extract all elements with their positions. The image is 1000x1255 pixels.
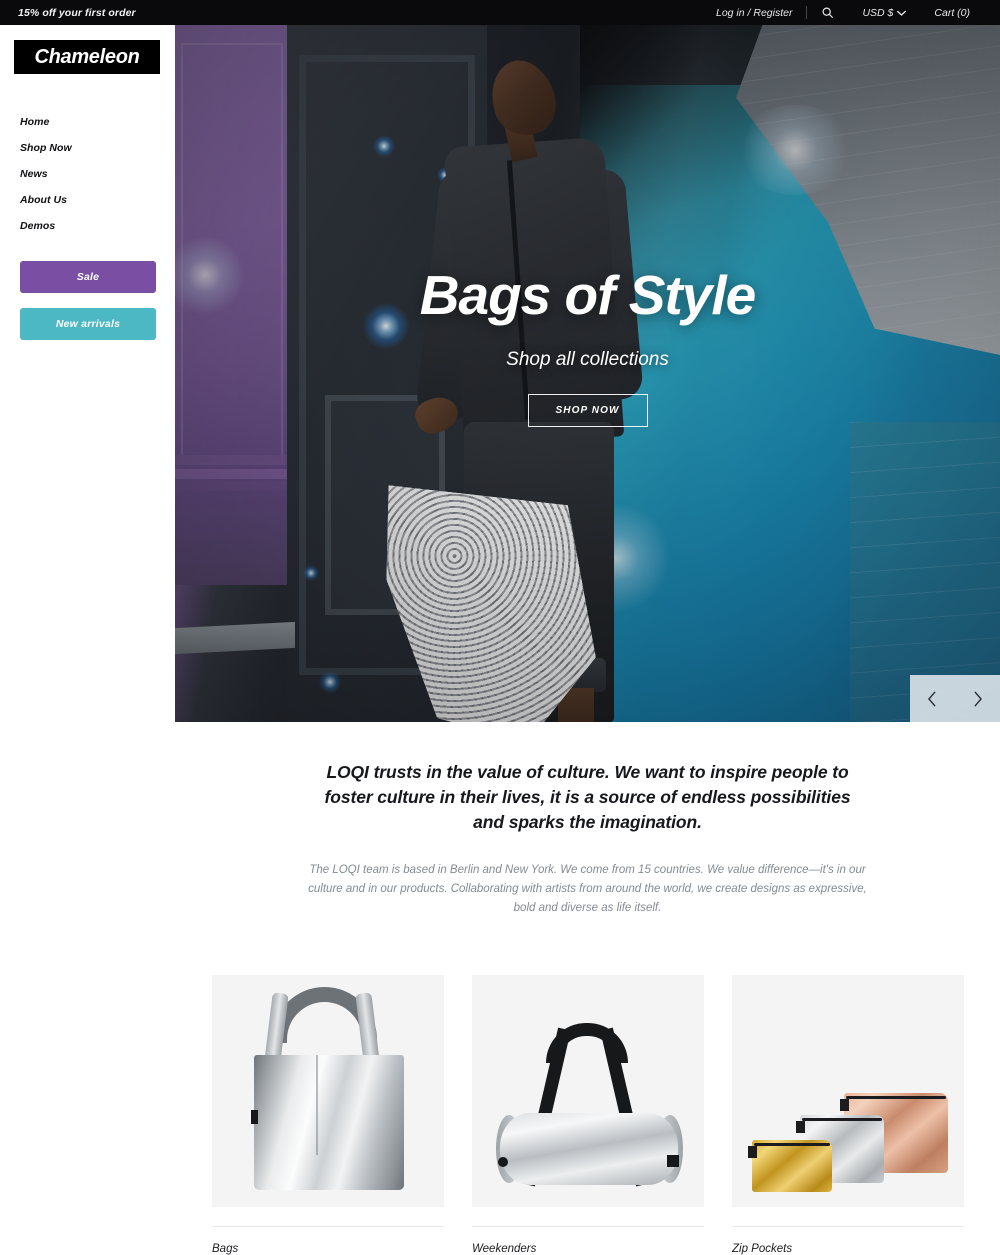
login-register-link[interactable]: Log in / Register	[702, 7, 806, 19]
search-icon[interactable]	[807, 6, 848, 19]
card-meta: Bags	[212, 1226, 444, 1255]
cart-link[interactable]: Cart (0)	[920, 7, 984, 19]
collection-title[interactable]: Zip Pockets	[732, 1243, 964, 1255]
collection-card-weekenders[interactable]: Weekenders	[472, 975, 704, 1255]
collection-card-bags[interactable]: Bags	[212, 975, 444, 1255]
chevron-down-icon	[897, 7, 907, 19]
intro-heading: LOQI trusts in the value of culture. We …	[324, 762, 851, 832]
sidebar-item-home[interactable]: Home	[20, 109, 170, 135]
shop-now-button[interactable]: SHOP NOW	[527, 394, 648, 427]
carousel-controls	[910, 675, 1000, 722]
collection-grid: Bags Weekenders Zip Pockets	[212, 975, 964, 1255]
collection-title[interactable]: Bags	[212, 1243, 444, 1255]
sidebar-promo-buttons: Sale New arrivals	[20, 261, 156, 355]
card-meta: Zip Pockets	[732, 1226, 964, 1255]
card-meta: Weekenders	[472, 1226, 704, 1255]
main-navigation: Home Shop Now News About Us Demos	[20, 109, 170, 239]
promo-text: 15% off your first order	[18, 6, 136, 19]
currency-label: USD $	[862, 6, 894, 19]
hero-banner: Bags of Style Shop all collections SHOP …	[175, 25, 1000, 722]
sidebar-item-about-us[interactable]: About Us	[20, 187, 170, 213]
topbar-actions: Log in / Register USD $ Cart (0)	[702, 6, 984, 19]
zip-pockets-product-image[interactable]	[732, 975, 964, 1207]
bags-product-image[interactable]	[212, 975, 444, 1207]
currency-selector[interactable]: USD $	[848, 7, 920, 19]
intro-body: The LOQI team is based in Berlin and New…	[308, 864, 867, 914]
collection-title[interactable]: Weekenders	[472, 1243, 704, 1255]
sidebar: Chameleon Home Shop Now News About Us De…	[0, 25, 175, 1248]
hero-subtitle: Shop all collections	[506, 349, 669, 370]
collection-card-zip-pockets[interactable]: Zip Pockets	[732, 975, 964, 1255]
hero-title: Bags of Style	[419, 264, 756, 326]
site-logo[interactable]: Chameleon	[14, 40, 160, 74]
weekenders-product-image[interactable]	[472, 975, 704, 1207]
hero-copy: Bags of Style Shop all collections SHOP …	[175, 268, 1000, 427]
chevron-left-icon[interactable]	[918, 684, 948, 714]
chevron-right-icon[interactable]	[963, 684, 993, 714]
intro-section: LOQI trusts in the value of culture. We …	[175, 760, 1000, 918]
sale-button[interactable]: Sale	[20, 261, 156, 293]
sidebar-item-shop-now[interactable]: Shop Now	[20, 135, 170, 161]
sidebar-item-news[interactable]: News	[20, 161, 170, 187]
announcement-bar: 15% off your first order Log in / Regist…	[0, 0, 1000, 25]
new-arrivals-button[interactable]: New arrivals	[20, 308, 156, 340]
logo-text: Chameleon	[34, 45, 140, 68]
sidebar-item-demos[interactable]: Demos	[20, 213, 170, 239]
